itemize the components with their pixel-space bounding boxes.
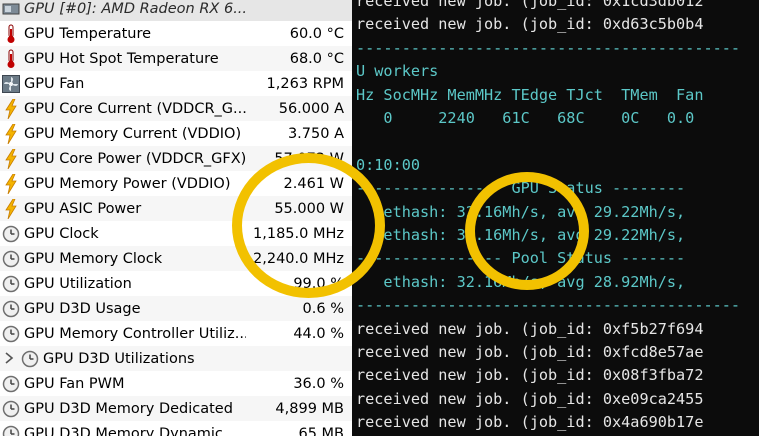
sensor-row[interactable]: GPU D3D Memory Dedicated 4,899 MB [0, 396, 352, 421]
sensor-value: 0.6 % [302, 300, 344, 317]
lightning-icon [1, 198, 21, 219]
sensor-label: GPU ASIC Power [24, 200, 142, 217]
thermometer-icon [1, 49, 21, 69]
sensor-group-title: GPU [#0]: AMD Radeon RX 6... [24, 0, 246, 17]
sensor-label: GPU Hot Spot Temperature [24, 50, 219, 67]
terminal-line: 0 2240 61C 68C 0C 0.0 [356, 109, 695, 127]
terminal-line: received new job. (job_id: 0xfcd8e57ae [356, 343, 704, 361]
sensor-value: 4,899 MB [275, 400, 344, 417]
sensor-row[interactable]: GPU Memory Current (VDDIO) 3.750 A [0, 121, 352, 146]
highlight-circle-sensors [232, 153, 385, 298]
terminal-line: ----------------------------------------… [356, 296, 741, 315]
clock-icon [1, 224, 21, 244]
sensor-value: 44.0 % [293, 325, 344, 342]
clock-icon [1, 424, 21, 436]
sensor-label: GPU Memory Power (VDDIO) [24, 175, 231, 192]
sensor-label: GPU Memory Current (VDDIO) [24, 125, 242, 142]
sensor-value: 65 MB [298, 425, 344, 436]
sensor-label: GPU Temperature [24, 25, 152, 42]
terminal-line: U workers [356, 62, 439, 81]
terminal-line: received new job. (job_id: 0xf5b27f694 [356, 319, 704, 338]
lightning-icon [1, 123, 21, 144]
gpu-icon [1, 0, 21, 19]
sensor-row[interactable]: GPU Fan PWM 36.0 % [0, 371, 352, 396]
sensor-row[interactable]: GPU Core Current (VDDCR_G... 56.000 A [0, 96, 352, 121]
sensor-value: 60.0 °C [289, 25, 344, 42]
sensor-label: GPU Clock [24, 225, 99, 242]
sensor-row[interactable]: GPU Temperature 60.0 °C [0, 21, 352, 46]
sensor-label: GPU Utilization [24, 275, 132, 292]
clock-icon [1, 249, 21, 269]
sensor-label: GPU Core Current (VDDCR_G... [24, 100, 246, 117]
clock-icon [1, 399, 21, 419]
sensor-value: 68.0 °C [289, 50, 344, 67]
terminal-line: Hz SocMHz MemMHz TEdge TJct TMem Fan [356, 85, 704, 104]
terminal-line: received new job. (job_id: 0xe09ca2455 [356, 389, 704, 408]
sensor-label: GPU D3D Memory Dedicated [24, 400, 233, 417]
clock-icon [1, 299, 21, 319]
sensor-label: GPU Memory Controller Utiliz... [24, 325, 246, 342]
sensor-label: GPU D3D Utilizations [43, 350, 195, 367]
terminal-line: received new job. (job_id: 0xd63c5b0b4 [356, 15, 704, 34]
sensor-row[interactable]: GPU D3D Utilizations [0, 346, 352, 371]
sensor-value: 56.000 A [278, 100, 344, 117]
sensor-label: GPU D3D Usage [24, 300, 141, 317]
sensor-row[interactable]: GPU D3D Usage 0.6 % [0, 296, 352, 321]
sensor-label: GPU Memory Clock [24, 250, 163, 267]
sensor-value: 3.750 A [287, 125, 344, 142]
sensor-value: 36.0 % [293, 375, 344, 392]
sensor-label: GPU Fan PWM [24, 375, 125, 392]
chevron-right-icon[interactable] [4, 352, 14, 364]
clock-icon [1, 374, 21, 394]
lightning-icon [1, 98, 21, 119]
clock-icon [1, 324, 21, 344]
terminal-line: 0:10:00 [356, 155, 421, 174]
lightning-icon [1, 148, 21, 169]
sensor-row[interactable]: GPU Hot Spot Temperature 68.0 °C [0, 46, 352, 71]
highlight-circle-hashrate [465, 172, 589, 290]
sensor-label: GPU D3D Memory Dynamic [24, 425, 223, 436]
thermometer-icon [1, 24, 21, 44]
terminal-line: ----------------------------------------… [356, 38, 741, 57]
sensor-row[interactable]: GPU D3D Memory Dynamic 65 MB [0, 421, 352, 436]
clock-icon [20, 349, 40, 369]
fan-icon [1, 74, 21, 94]
sensor-value: 1,263 RPM [266, 75, 344, 92]
terminal-line: received new job. (job_id: 0x4a690b17e [356, 413, 704, 432]
sensor-label: GPU Core Power (VDDCR_GFX) [24, 150, 246, 167]
sensor-row[interactable]: GPU Fan 1,263 RPM [0, 71, 352, 96]
clock-icon [1, 274, 21, 294]
sensor-row[interactable]: GPU Memory Controller Utiliz... 44.0 % [0, 321, 352, 346]
sensor-label: GPU Fan [24, 75, 85, 92]
terminal-line: received new job. (job_id: 0x08f3fba72 [356, 366, 704, 385]
sensor-group-header[interactable]: GPU [#0]: AMD Radeon RX 6... [0, 0, 352, 21]
lightning-icon [1, 173, 21, 194]
